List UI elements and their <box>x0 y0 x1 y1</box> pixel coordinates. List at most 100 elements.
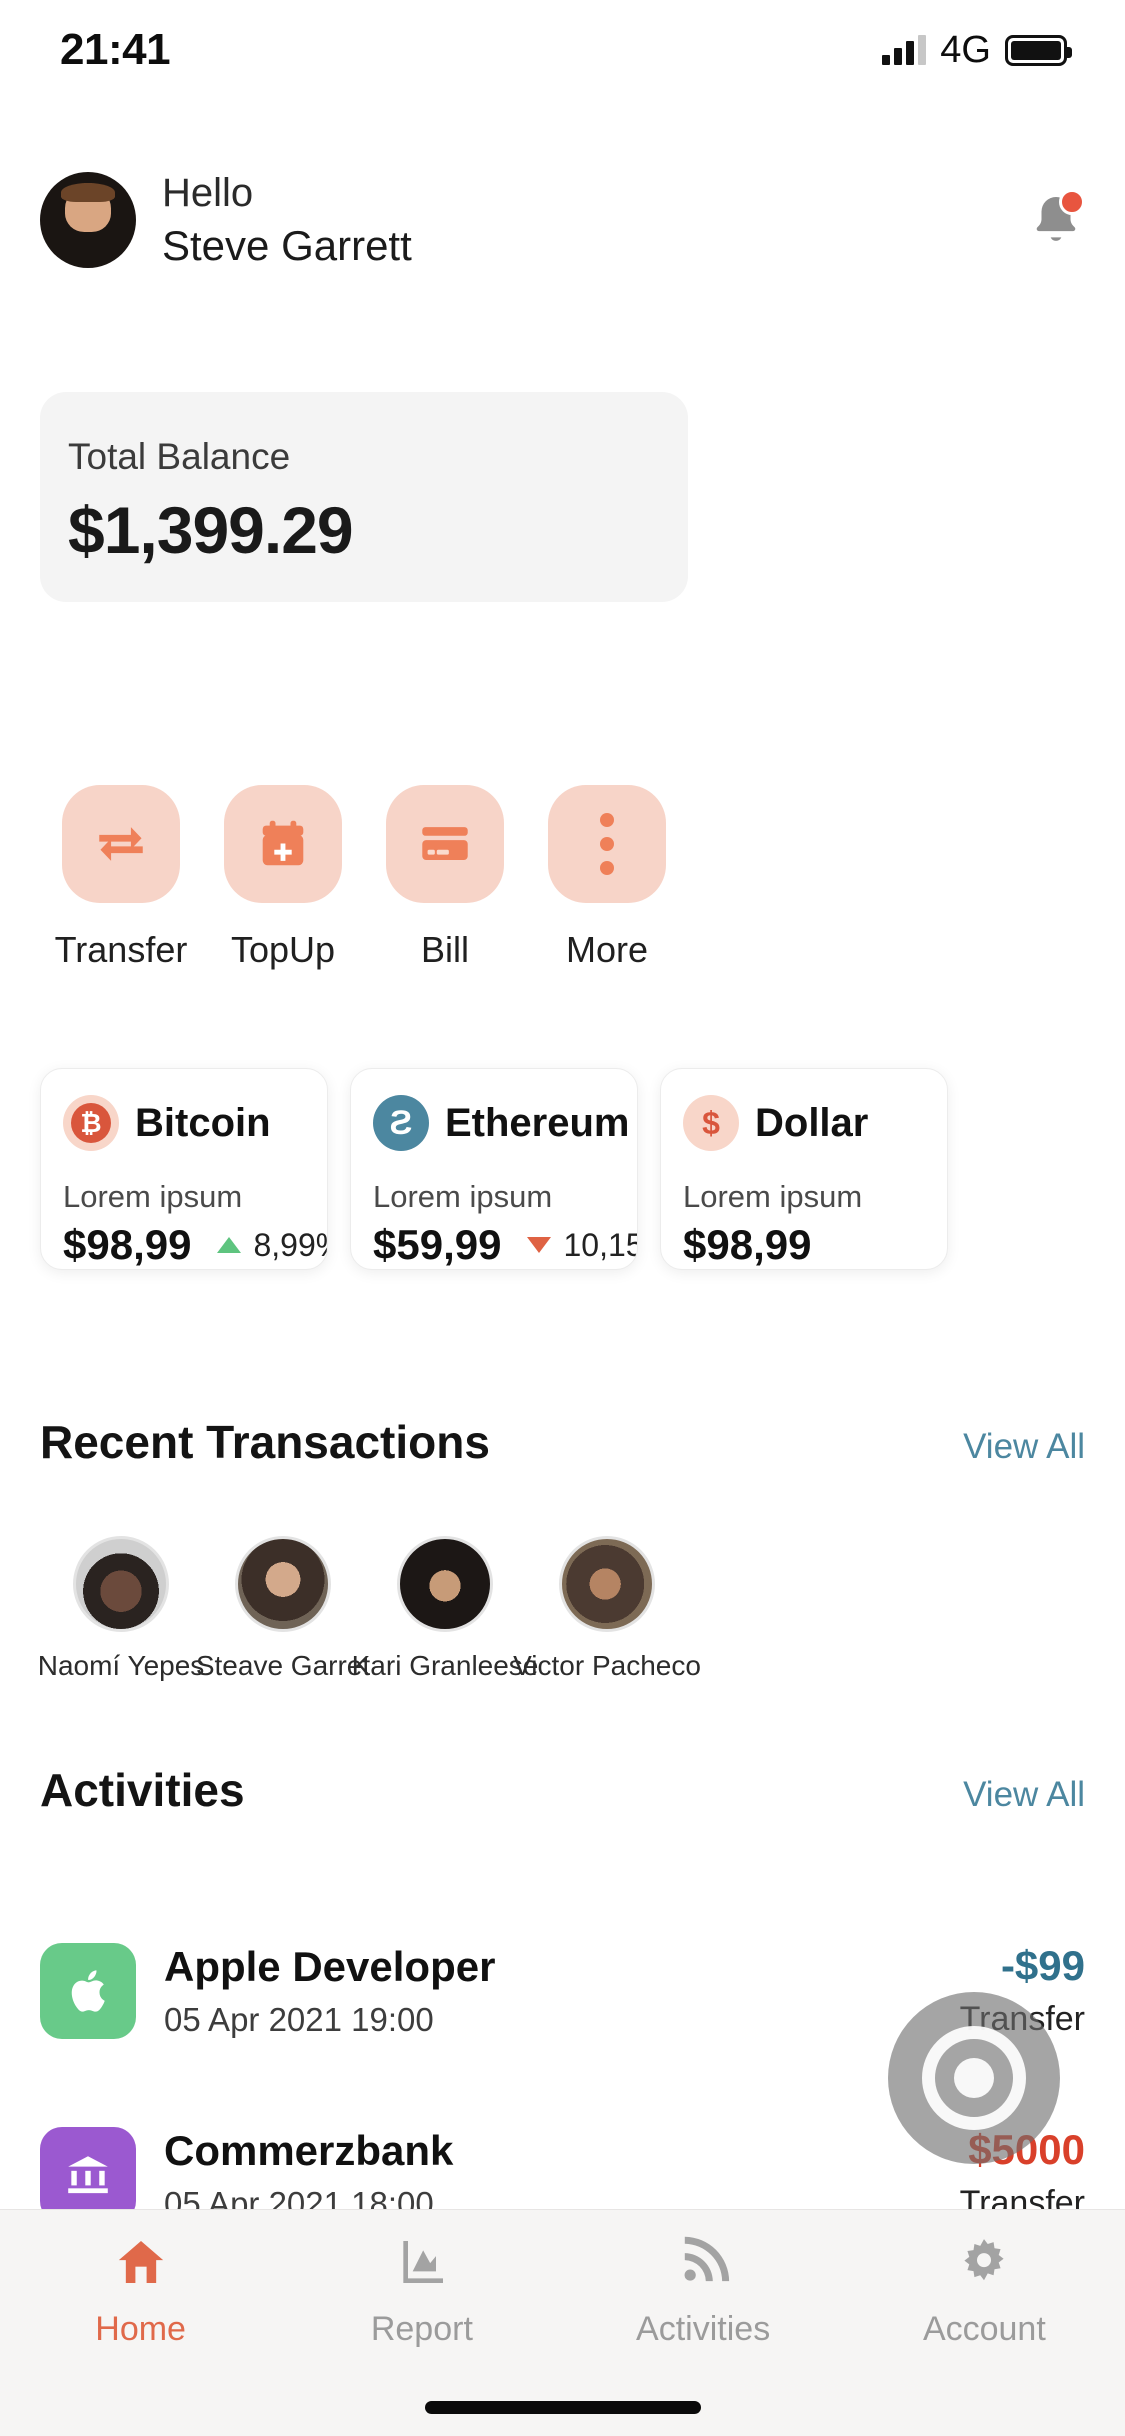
status-bar: 21:41 4G <box>0 0 1125 100</box>
rss-signal-icon <box>684 2236 730 2282</box>
activity-name: Apple Developer <box>164 1942 496 1990</box>
contact-avatar <box>73 1536 169 1632</box>
crypto-cards-carousel[interactable]: ₿ Bitcoin Lorem ipsum $98,99 8,99% Ƨ Eth… <box>40 1068 948 1270</box>
crypto-subtitle: Lorem ipsum <box>683 1179 863 1214</box>
tab-label: Activities <box>636 2310 771 2348</box>
touch-core <box>954 2058 994 2098</box>
crypto-card-bitcoin[interactable]: ₿ Bitcoin Lorem ipsum $98,99 8,99% <box>40 1068 328 1270</box>
crypto-stats: $59,99 10,15% <box>373 1221 637 1269</box>
status-indicators: 4G <box>882 29 1072 72</box>
crypto-price: $98,99 <box>683 1221 812 1268</box>
tab-home[interactable]: Home <box>0 2234 281 2349</box>
crypto-stats: $98,99 8,99% <box>63 1221 327 1269</box>
contact-avatar <box>235 1536 331 1632</box>
crypto-card-ethereum[interactable]: Ƨ Ethereum Lorem ipsum $59,99 10,15% <box>350 1068 638 1270</box>
total-balance-card[interactable]: Total Balance $1,399.29 <box>40 392 688 602</box>
balance-label: Total Balance <box>68 436 291 477</box>
quick-action-topup[interactable]: TopUp <box>202 785 364 971</box>
contact-item[interactable]: Victor Pacheco <box>513 1536 701 1682</box>
view-all-activities-link[interactable]: View All <box>963 1775 1085 1815</box>
crypto-price: $98,99 <box>63 1221 192 1268</box>
tab-activities[interactable]: Activities <box>563 2234 844 2349</box>
touch-ring <box>922 2026 1026 2130</box>
contact-item[interactable]: Naomí Yepes <box>37 1536 205 1682</box>
transfer-button[interactable] <box>62 785 180 903</box>
quick-action-label: Transfer <box>54 929 188 970</box>
greeting-label: Hello <box>162 170 254 215</box>
apple-glyph <box>71 1969 105 2012</box>
balance-amount: $1,399.29 <box>68 493 354 567</box>
tab-label: Home <box>95 2310 186 2348</box>
greeting-text: Hello Steve Garrett <box>162 168 412 273</box>
quick-actions: Transfer TopUp Bill More <box>40 785 1085 971</box>
tab-label: Account <box>922 2310 1046 2348</box>
view-all-transactions-link[interactable]: View All <box>963 1427 1085 1467</box>
crypto-price: $59,99 <box>373 1221 502 1268</box>
more-dots-icon <box>600 813 614 875</box>
apple-logo-icon <box>40 1942 136 2039</box>
crypto-card-dollar[interactable]: $ Dollar Lorem ipsum $98,99 <box>660 1068 948 1270</box>
ethereum-icon: Ƨ <box>373 1095 429 1151</box>
activity-name: Commerzbank <box>164 2126 454 2174</box>
arrow-up-icon <box>217 1237 242 1253</box>
bill-button[interactable] <box>386 785 504 903</box>
contact-name: Victor Pacheco <box>513 1650 701 1681</box>
touch-point-icon <box>888 1992 1060 2164</box>
recent-transactions-header: Recent Transactions View All <box>40 1415 1085 1469</box>
transfer-arrows-icon <box>99 827 143 861</box>
tab-label: Report <box>370 2310 473 2348</box>
crypto-card-header: ₿ Bitcoin <box>63 1095 327 1151</box>
tab-report[interactable]: Report <box>281 2234 562 2349</box>
app-screen: 21:41 4G Hello Steve Garrett Total Balan… <box>0 0 1125 2436</box>
chart-icon <box>403 2241 443 2283</box>
home-icon <box>118 2241 163 2283</box>
crypto-card-header: $ Dollar <box>683 1095 947 1151</box>
dollar-symbol: $ <box>702 1104 720 1141</box>
contact-name: Steave Garret <box>195 1650 371 1681</box>
activities-header: Activities View All <box>40 1763 1085 1817</box>
bottom-tab-bar: Home Report Activities Account <box>0 2209 1125 2436</box>
section-title: Activities <box>40 1764 245 1816</box>
crypto-change-value: 10,15% <box>563 1226 637 1263</box>
notification-button[interactable] <box>1027 189 1085 251</box>
crypto-name: Dollar <box>755 1100 869 1145</box>
section-title: Recent Transactions <box>40 1416 490 1468</box>
ethereum-symbol: Ƨ <box>389 1103 413 1142</box>
quick-action-transfer[interactable]: Transfer <box>40 785 202 971</box>
contact-name: Kari Granleese <box>351 1650 539 1681</box>
contact-item[interactable]: Kari Granleese <box>352 1536 538 1682</box>
contact-name: Naomí Yepes <box>37 1650 205 1681</box>
contact-item[interactable]: Steave Garret <box>196 1536 370 1682</box>
quick-action-label: More <box>565 929 649 970</box>
notification-dot <box>1059 189 1085 215</box>
activity-date: 05 Apr 2021 19:00 <box>164 2000 434 2038</box>
tab-account[interactable]: Account <box>844 2234 1125 2349</box>
bitcoin-icon: ₿ <box>63 1095 119 1151</box>
signal-bars-icon <box>882 35 927 65</box>
quick-action-bill[interactable]: Bill <box>364 785 526 971</box>
user-name: Steve Garrett <box>162 221 412 269</box>
quick-action-more[interactable]: More <box>526 785 688 971</box>
home-indicator <box>424 2401 701 2414</box>
crypto-subtitle: Lorem ipsum <box>373 1179 553 1214</box>
calendar-plus-icon <box>262 820 304 866</box>
crypto-name: Bitcoin <box>135 1100 271 1145</box>
activity-text: Apple Developer 05 Apr 2021 19:00 <box>164 1943 495 2039</box>
topup-button[interactable] <box>224 785 342 903</box>
crypto-change: 8,99% <box>217 1226 327 1264</box>
quick-action-label: TopUp <box>230 929 336 970</box>
user-avatar[interactable] <box>40 172 136 268</box>
contact-avatar <box>397 1536 493 1632</box>
crypto-subtitle: Lorem ipsum <box>63 1179 243 1214</box>
battery-full-icon <box>1005 34 1072 66</box>
activity-amount: -$99 <box>1000 1942 1085 1989</box>
gear-icon <box>964 2239 1004 2281</box>
credit-card-icon <box>422 827 468 860</box>
crypto-name: Ethereum <box>445 1100 630 1145</box>
more-button[interactable] <box>548 785 666 903</box>
crypto-stats: $98,99 <box>683 1221 947 1269</box>
greeting-header: Hello Steve Garrett <box>40 160 1085 280</box>
quick-action-label: Bill <box>420 929 469 970</box>
crypto-change-value: 8,99% <box>253 1226 327 1263</box>
dollar-icon: $ <box>683 1095 739 1151</box>
